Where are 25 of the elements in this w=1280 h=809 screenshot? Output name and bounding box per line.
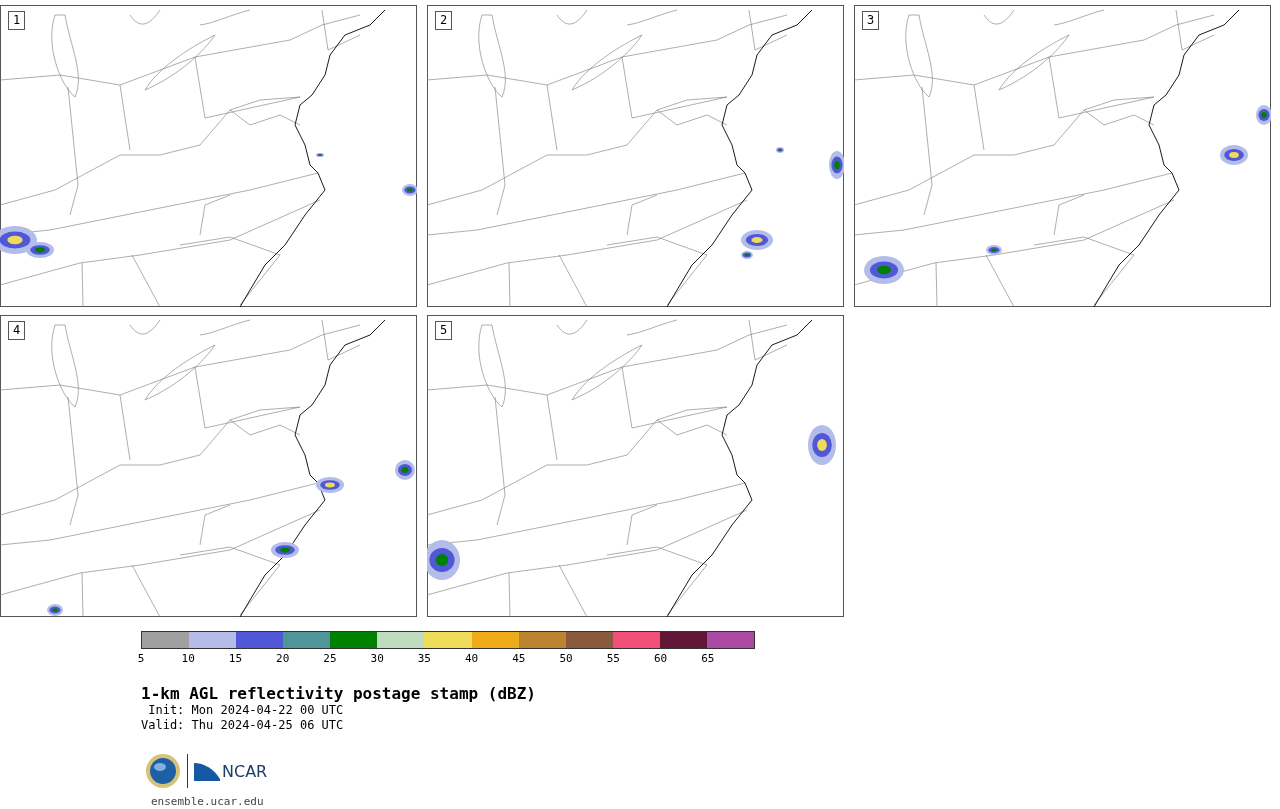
tick-label: 65: [701, 653, 715, 665]
panel-number: 4: [8, 321, 26, 340]
tick-label: 40: [465, 653, 479, 665]
tick-label: 10: [181, 653, 195, 665]
chart-title: 1-km AGL reflectivity postage stamp (dBZ): [141, 685, 537, 703]
tick-label: 45: [512, 653, 526, 665]
tick-label: 5: [137, 653, 145, 665]
logo-text: NCAR: [222, 763, 268, 781]
website-url: ensemble.ucar.edu: [151, 795, 264, 808]
panel-number: 1: [8, 11, 26, 30]
init-time: Init: Mon 2024-04-22 00 UTC: [147, 703, 344, 718]
tick-label: 20: [276, 653, 290, 665]
swoosh-icon: [194, 761, 220, 781]
panel-number: 2: [435, 11, 453, 30]
tick-label: 55: [606, 653, 620, 665]
tick-label: 15: [228, 653, 243, 665]
globe-seal-icon: [145, 753, 181, 789]
tick-label: 50: [559, 653, 573, 665]
tick-label: 60: [653, 653, 668, 665]
tick-label: 35: [417, 653, 431, 665]
tick-label: 30: [370, 653, 384, 665]
valid-time: Valid: Thu 2024-04-25 06 UTC: [141, 718, 344, 733]
tick-label: 25: [323, 653, 337, 665]
panel-number: 5: [435, 321, 453, 340]
panel-number: 3: [862, 11, 880, 30]
